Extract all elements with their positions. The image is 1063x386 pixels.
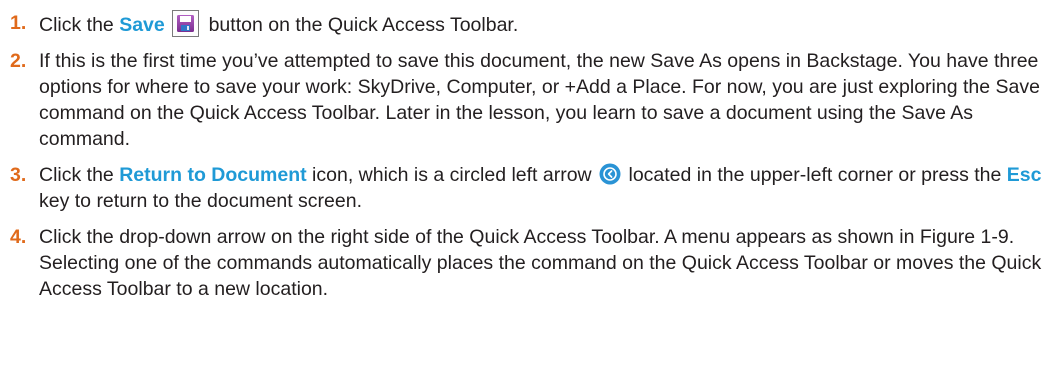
step-text: located in the upper-left corner or pres…	[623, 164, 1007, 186]
step-number: 2.	[10, 50, 27, 72]
step-4: 4. Click the drop-down arrow on the righ…	[8, 224, 1047, 302]
esc-key-label: Esc	[1006, 164, 1042, 186]
step-text: button on the Quick Access Toolbar.	[203, 14, 519, 36]
instruction-steps: 1. Click the Save button on the Quick Ac…	[0, 0, 1063, 302]
step-text: Click the drop-down arrow on the right s…	[39, 226, 1042, 300]
step-number: 4.	[10, 226, 27, 248]
step-text: If this is the first time you’ve attempt…	[39, 50, 1040, 150]
step-3: 3. Click the Return to Document icon, wh…	[8, 162, 1047, 214]
step-text: key to return to the document screen.	[39, 190, 363, 212]
step-2: 2. If this is the first time you’ve atte…	[8, 48, 1047, 152]
save-label: Save	[119, 14, 165, 36]
step-text: Click the	[39, 14, 120, 36]
step-text: icon, which is a circled left arrow	[306, 164, 598, 186]
save-icon	[172, 10, 200, 37]
step-text: Click the	[39, 164, 120, 186]
return-to-document-label: Return to Document	[119, 164, 307, 186]
step-number: 1.	[10, 12, 27, 34]
step-number: 3.	[10, 164, 27, 186]
return-arrow-icon	[599, 163, 621, 185]
step-1: 1. Click the Save button on the Quick Ac…	[8, 10, 1047, 38]
